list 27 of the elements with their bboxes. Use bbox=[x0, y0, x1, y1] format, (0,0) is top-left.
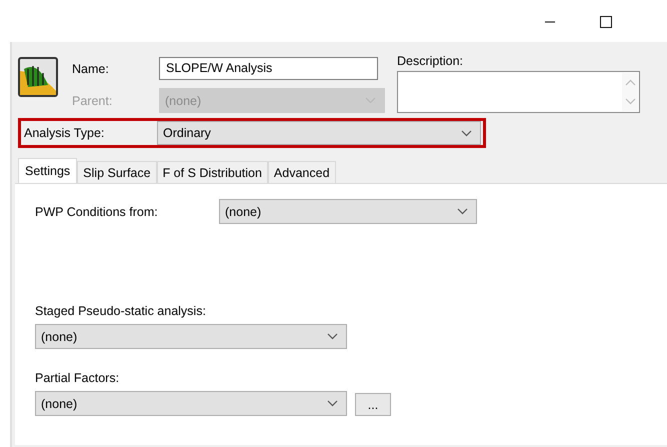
scroll-up-icon[interactable] bbox=[624, 79, 636, 86]
tab[interactable]: F of S Distribution bbox=[156, 161, 268, 183]
partial-factors-dropdown[interactable]: (none) bbox=[35, 391, 347, 416]
maximize-icon bbox=[600, 16, 612, 28]
analysis-type-dropdown[interactable]: Ordinary bbox=[157, 121, 481, 145]
chevron-down-icon bbox=[461, 130, 472, 136]
tab[interactable]: Advanced bbox=[268, 161, 336, 183]
description-field[interactable] bbox=[397, 71, 640, 113]
pwp-dropdown[interactable]: (none) bbox=[219, 199, 477, 224]
name-field[interactable]: SLOPE/W Analysis bbox=[159, 57, 378, 80]
parent-label: Parent: bbox=[72, 94, 114, 108]
analysis-type-label: Analysis Type: bbox=[24, 126, 106, 140]
partial-factors-label: Partial Factors: bbox=[35, 371, 120, 385]
chevron-down-icon bbox=[327, 400, 338, 407]
staged-label: Staged Pseudo-static analysis: bbox=[35, 304, 207, 318]
browse-button[interactable]: ... bbox=[355, 393, 391, 416]
pwp-label: PWP Conditions from: bbox=[35, 204, 159, 218]
slope-icon bbox=[18, 57, 58, 97]
tab[interactable]: Settings bbox=[18, 158, 78, 183]
minimize-icon bbox=[544, 21, 556, 23]
name-label: Name: bbox=[72, 62, 110, 76]
chevron-down-icon bbox=[327, 333, 338, 340]
staged-dropdown[interactable]: (none) bbox=[35, 324, 347, 349]
scroll-down-icon[interactable] bbox=[624, 98, 636, 105]
tab[interactable]: Slip Surface bbox=[77, 161, 157, 183]
chevron-down-icon bbox=[457, 208, 468, 215]
description-label: Description: bbox=[397, 54, 464, 68]
